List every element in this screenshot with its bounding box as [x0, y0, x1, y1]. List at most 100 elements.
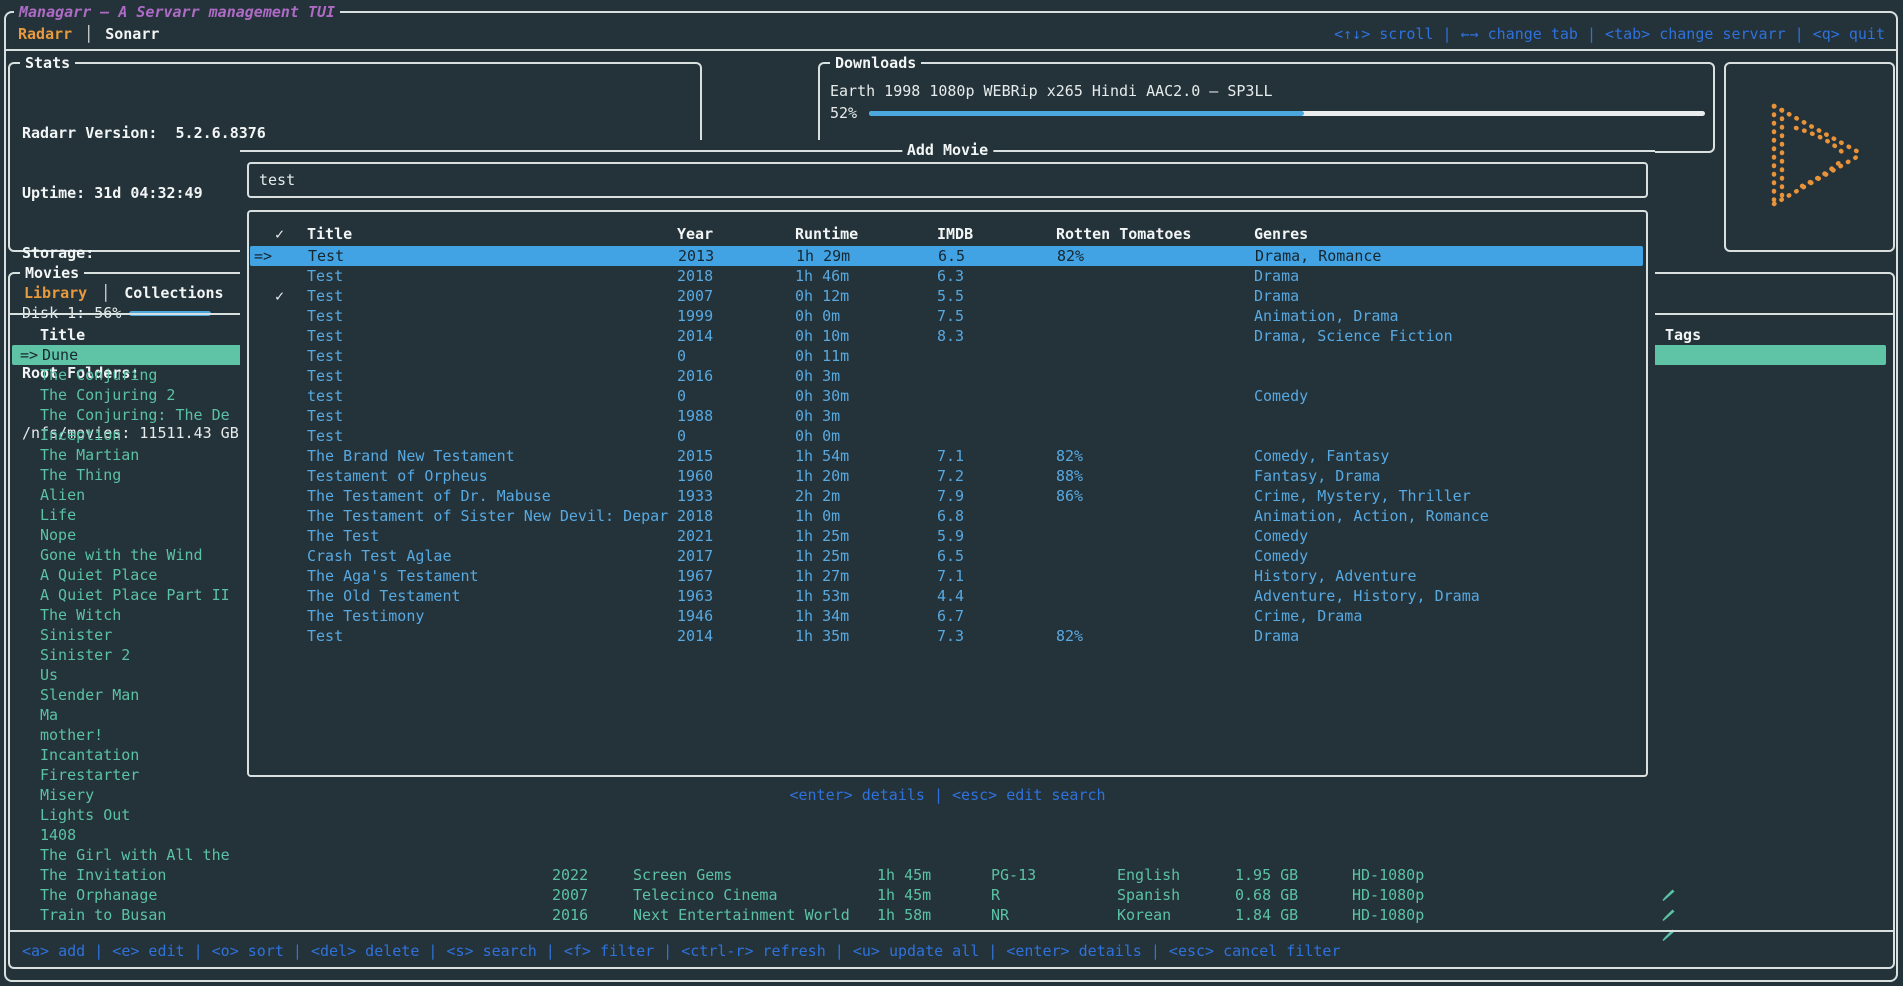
result-title: The Aga's Testament [307, 566, 479, 586]
result-row[interactable]: => ✓ The Brand New Testament 2015 1h 54m… [249, 446, 1646, 466]
edit-pencil-icon[interactable] [1552, 905, 1675, 925]
result-year: 1999 [677, 306, 713, 326]
movie-row[interactable]: => Train to Busan 2016 Next Entertainmen… [10, 905, 1893, 925]
tab-library[interactable]: Library [22, 283, 89, 303]
edit-pencil-icon[interactable] [1552, 865, 1675, 885]
column-header-title: Title [307, 224, 352, 244]
result-row[interactable]: => ✓ Test 2018 1h 46m 6.3 Drama [249, 266, 1646, 286]
result-row[interactable]: => ✓ Test 1988 0h 3m [249, 406, 1646, 426]
movie-title: The Conjuring 2 [40, 385, 175, 405]
tab-collections[interactable]: Collections [122, 283, 225, 303]
result-row[interactable]: => ✓ The Test 2021 1h 25m 5.9 Comedy [249, 526, 1646, 546]
result-row[interactable]: => ✓ Test 0 0h 11m [249, 346, 1646, 366]
result-runtime: 0h 10m [795, 326, 849, 346]
result-year: 0 [677, 386, 686, 406]
result-imdb-rating: 4.4 [937, 586, 964, 606]
result-title: Test [307, 326, 343, 346]
movie-title: Us [40, 665, 58, 685]
add-movie-search-input[interactable] [257, 166, 1637, 194]
result-row[interactable]: => ✓ The Testimony 1946 1h 34m 6.7 Crime… [249, 606, 1646, 626]
result-row[interactable]: => ✓ Testament of Orpheus 1960 1h 20m 7.… [249, 466, 1646, 486]
result-row[interactable]: => ✓ Test 2016 0h 3m [249, 366, 1646, 386]
result-imdb-rating: 7.9 [937, 486, 964, 506]
result-genres: Animation, Action, Romance [1254, 506, 1489, 526]
result-title: Test [307, 266, 343, 286]
movie-title: Sinister 2 [40, 645, 130, 665]
movie-studio: Telecinco Cinema [633, 885, 778, 905]
uptime: Uptime: 31d 04:32:49 [22, 183, 274, 203]
movie-title: A Quiet Place [40, 565, 157, 585]
radarr-version: Radarr Version: 5.2.6.8376 [22, 123, 274, 143]
column-header-tags: Tags [1665, 325, 1701, 345]
result-row[interactable]: => ✓ Crash Test Aglae 2017 1h 25m 6.5 Co… [249, 546, 1646, 566]
result-row[interactable]: => ✓ Test 0 0h 0m [249, 426, 1646, 446]
result-row[interactable]: => ✓ test 0 0h 30m Comedy [249, 386, 1646, 406]
result-title: Test [307, 346, 343, 366]
result-runtime: 1h 29m [796, 246, 850, 266]
movie-year: 2007 [552, 885, 588, 905]
edit-pencil-icon[interactable] [1552, 885, 1675, 905]
add-movie-title: Add Movie [902, 140, 993, 160]
result-year: 2015 [677, 446, 713, 466]
result-genres: Comedy [1254, 386, 1308, 406]
result-row[interactable]: => ✓ Test 2014 0h 10m 8.3 Drama, Science… [249, 326, 1646, 346]
result-runtime: 0h 3m [795, 366, 840, 386]
servarr-tabs: Radarr │ Sonarr [16, 24, 161, 44]
column-header-rotten-tomatoes: Rotten Tomatoes [1056, 224, 1191, 244]
radarr-logo-icon [1744, 80, 1876, 234]
result-row[interactable]: => ✓ The Aga's Testament 1967 1h 27m 7.1… [249, 566, 1646, 586]
tab-radarr[interactable]: Radarr [16, 24, 74, 44]
result-year: 2007 [677, 286, 713, 306]
tab-sonarr[interactable]: Sonarr [103, 24, 161, 44]
result-runtime: 1h 0m [795, 506, 840, 526]
add-movie-modal: Add Movie ✓ Title Year Runtime IMDB Rott… [240, 140, 1655, 862]
results-list: => ✓ Test 2013 1h 29m 6.5 82% Drama, Rom… [249, 246, 1646, 646]
movie-title: Sinister [40, 625, 112, 645]
result-year: 0 [677, 426, 686, 446]
movie-row[interactable]: => The Invitation 2022 Screen Gems 1h 45… [10, 865, 1893, 885]
result-runtime: 0h 11m [795, 346, 849, 366]
result-imdb-rating: 5.9 [937, 526, 964, 546]
result-imdb-rating: 6.7 [937, 606, 964, 626]
download-item-title: Earth 1998 1080p WEBRip x265 Hindi AAC2.… [830, 81, 1273, 101]
result-row[interactable]: => ✓ The Old Testament 1963 1h 53m 4.4 A… [249, 586, 1646, 606]
result-row[interactable]: => ✓ Test 2014 1h 35m 7.3 82% Drama [249, 626, 1646, 646]
result-runtime: 1h 46m [795, 266, 849, 286]
result-genres: Adventure, History, Drama [1254, 586, 1480, 606]
result-title: Test [307, 426, 343, 446]
movie-year: 2022 [552, 865, 588, 885]
result-year: 2014 [677, 326, 713, 346]
result-title: Test [307, 286, 343, 306]
result-imdb-rating: 6.5 [937, 546, 964, 566]
movies-keybinds-hint: <a> add | <e> edit | <o> sort | <del> de… [22, 941, 1341, 961]
download-progress-gauge [869, 111, 1705, 116]
result-row[interactable]: => ✓ Test 1999 0h 0m 7.5 Animation, Dram… [249, 306, 1646, 326]
result-runtime: 1h 25m [795, 526, 849, 546]
result-row[interactable]: => ✓ Test 2007 0h 12m 5.5 Drama [249, 286, 1646, 306]
downloads-panel-title: Downloads [830, 53, 921, 73]
movie-year: 2016 [552, 905, 588, 925]
result-genres: Drama, Science Fiction [1254, 326, 1453, 346]
movies-panel-title: Movies [20, 263, 84, 283]
movies-tabs: Library │ Collections │ [22, 283, 247, 303]
result-row[interactable]: => ✓ The Testament of Sister New Devil: … [249, 506, 1646, 526]
result-row[interactable]: => ✓ The Testament of Dr. Mabuse 1933 2h… [249, 486, 1646, 506]
movie-row[interactable]: => The Orphanage 2007 Telecinco Cinema 1… [10, 885, 1893, 905]
result-imdb-rating: 6.5 [938, 246, 965, 266]
header-separator [6, 49, 1897, 51]
movie-title: Ma [40, 705, 58, 725]
result-title: Test [307, 626, 343, 646]
download-progress-line: 52% [830, 104, 1705, 122]
result-genres: Crime, Mystery, Thriller [1254, 486, 1471, 506]
result-row[interactable]: => ✓ Test 2013 1h 29m 6.5 82% Drama, Rom… [250, 246, 1643, 266]
result-runtime: 1h 34m [795, 606, 849, 626]
result-year: 2017 [677, 546, 713, 566]
top-keybinds-hint: <↑↓> scroll | ←→ change tab | <tab> chan… [1334, 24, 1885, 44]
result-runtime: 1h 53m [795, 586, 849, 606]
result-rotten-tomatoes: 82% [1056, 626, 1083, 646]
movie-title: Life [40, 505, 76, 525]
movie-runtime: 1h 45m [877, 885, 931, 905]
add-movie-keybinds-hint: <enter> details | <esc> edit search [240, 785, 1655, 805]
result-title: Test [307, 306, 343, 326]
movie-title: The Witch [40, 605, 121, 625]
